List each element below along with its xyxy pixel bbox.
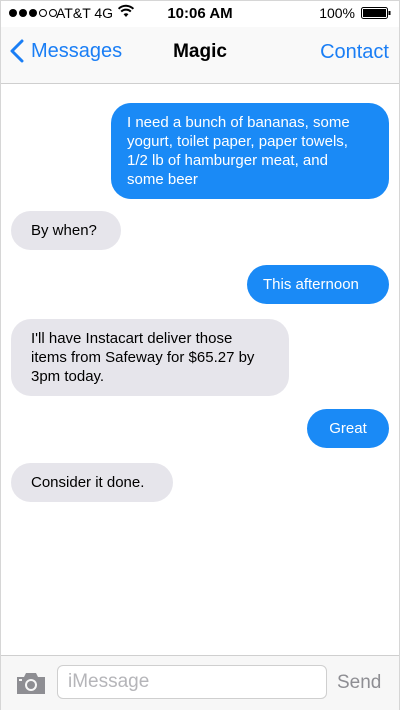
send-button[interactable]: Send (337, 672, 381, 694)
message-line: This afternoon (263, 276, 359, 293)
message-bubble-incoming: Consider it done. (11, 463, 173, 502)
message-bubble-outgoing: Great (307, 409, 389, 448)
message-line: some beer (127, 171, 198, 188)
message-line: 3pm today. (31, 368, 105, 385)
message-bubble-outgoing: This afternoon (247, 265, 389, 304)
message-bubble-outgoing: I need a bunch of bananas, some yogurt, … (111, 103, 389, 199)
message-bubble-incoming: I'll have Instacart deliver those items … (11, 319, 289, 396)
message-line: 1/2 lb of hamburger meat, and (127, 152, 328, 169)
message-line: By when? (31, 222, 97, 239)
message-line: items from Safeway for $65.27 by (31, 349, 255, 366)
camera-icon[interactable] (15, 670, 47, 696)
message-bubble-incoming: By when? (11, 211, 121, 250)
phone-screen: AT&T 4G 10:06 AM 100% Messages Magic Con… (0, 0, 400, 710)
contact-button[interactable]: Contact (320, 41, 389, 64)
message-line: Consider it done. (31, 474, 145, 491)
battery-icon (361, 7, 391, 19)
imessage-input[interactable] (57, 665, 327, 699)
message-compose-bar: Send (1, 655, 399, 710)
message-line: I'll have Instacart deliver those (31, 330, 233, 347)
message-line: I need a bunch of bananas, some (127, 114, 350, 131)
status-bar: AT&T 4G 10:06 AM 100% (1, 1, 399, 27)
message-line: Great (329, 420, 367, 437)
navigation-bar: Messages Magic Contact (1, 27, 399, 84)
battery-percentage: 100% (319, 5, 355, 21)
message-line: yogurt, toilet paper, paper towels, (127, 133, 348, 150)
